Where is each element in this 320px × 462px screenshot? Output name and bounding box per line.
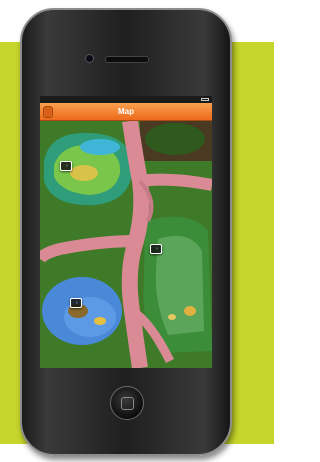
battery-icon — [201, 98, 209, 101]
home-button[interactable] — [110, 386, 144, 420]
earpiece-speaker — [105, 56, 149, 63]
animal-marker-2 — [168, 314, 176, 320]
phone-screen: Map › › › — [40, 96, 212, 368]
home-square-icon — [120, 396, 134, 410]
nav-title: Map — [118, 107, 134, 116]
map-illustration — [40, 121, 212, 368]
map-callout-exhibit-3[interactable]: › — [70, 298, 82, 308]
sand-patch — [70, 165, 98, 181]
chevron-right-icon: › — [66, 163, 68, 169]
water-top — [80, 139, 120, 155]
navigation-bar: Map — [40, 103, 212, 121]
park-map[interactable]: › › › — [40, 121, 212, 368]
island-animal — [94, 317, 106, 325]
chevron-right-icon: › — [76, 300, 78, 306]
chevron-right-icon: › — [156, 246, 158, 252]
tree-cluster — [145, 123, 205, 155]
path-east — [139, 173, 212, 191]
animal-marker — [184, 306, 196, 316]
map-callout-exhibit-2[interactable]: › — [150, 244, 162, 254]
phone-device: Map › › › — [20, 8, 232, 456]
status-bar — [40, 96, 212, 103]
meadow-inner — [155, 235, 204, 335]
map-callout-exhibit-1[interactable]: › — [60, 161, 72, 171]
front-camera — [85, 54, 94, 63]
